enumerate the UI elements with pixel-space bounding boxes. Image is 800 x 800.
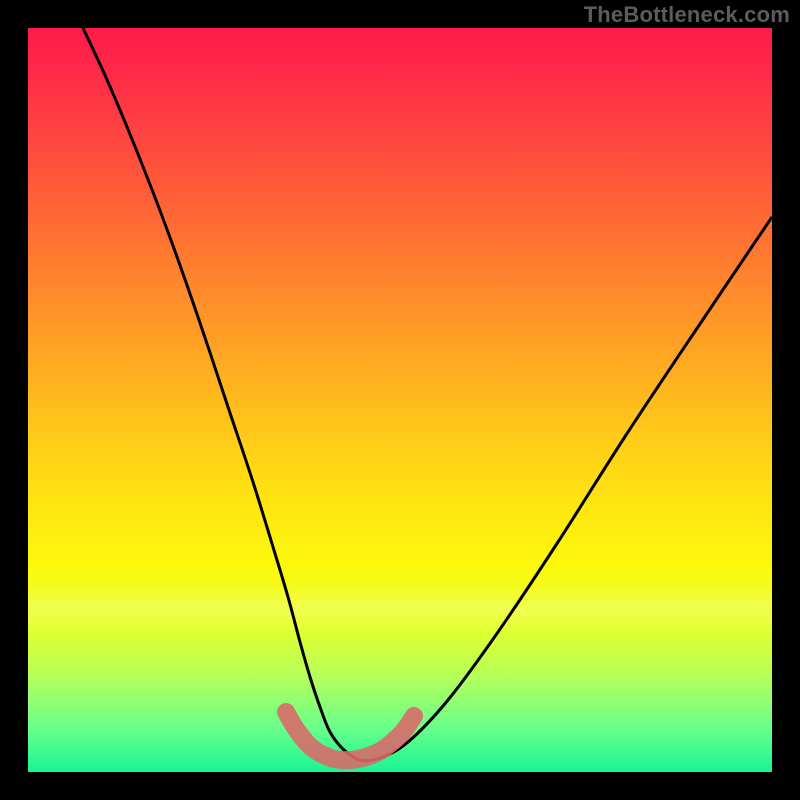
bottleneck-curve — [83, 28, 772, 761]
highlight-segment — [286, 712, 414, 760]
plot-area — [28, 28, 772, 772]
plot-svg — [28, 28, 772, 772]
watermark: TheBottleneck.com — [584, 4, 790, 26]
chart-frame: TheBottleneck.com — [0, 0, 800, 800]
